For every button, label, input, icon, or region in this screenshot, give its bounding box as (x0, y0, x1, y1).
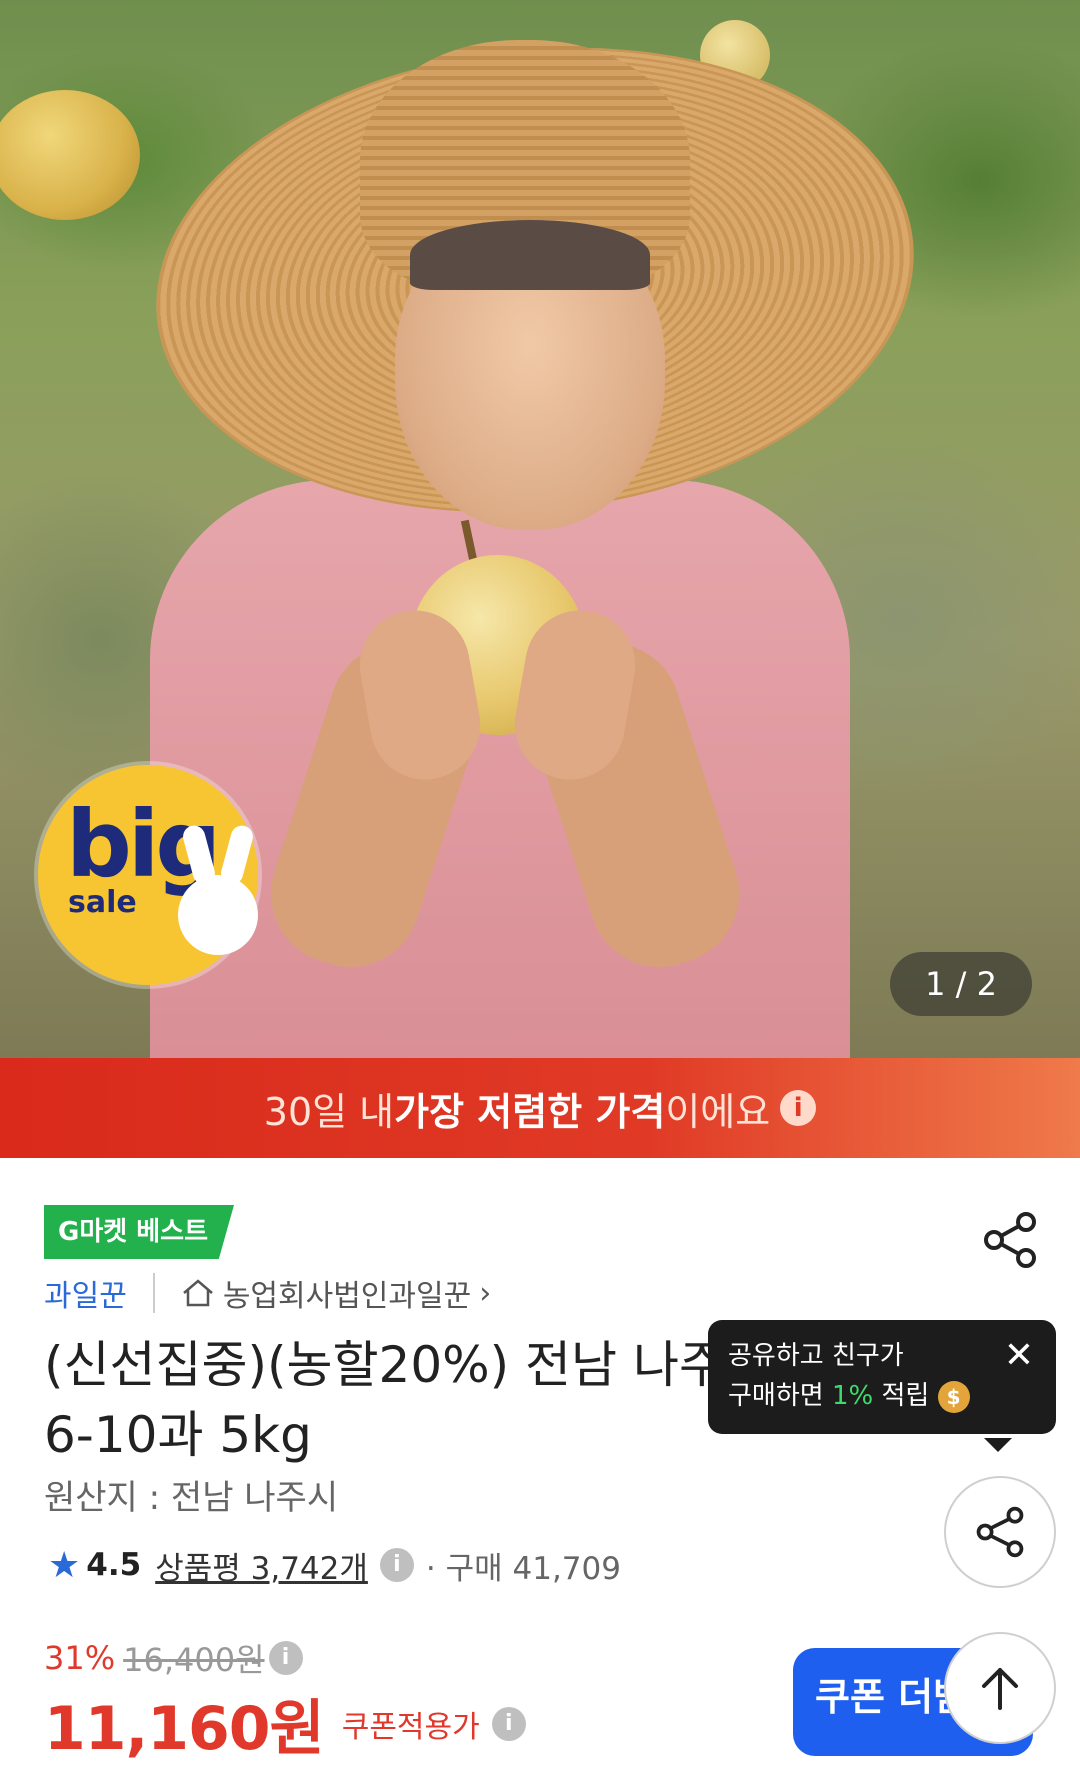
divider (152, 1273, 155, 1313)
seller-row: 과일꾼 농업회사법인과일꾼 › (44, 1270, 491, 1316)
discount-row: 31% 16,400원 i (44, 1635, 315, 1681)
shop-link[interactable]: 농업회사법인과일꾼 › (181, 1271, 491, 1315)
farmer-hair (410, 220, 650, 290)
share-icon (976, 1506, 1024, 1558)
rating-value: 4.5 (86, 1547, 142, 1583)
badge-sale-text: sale (68, 885, 137, 920)
info-icon[interactable]: i (268, 1641, 303, 1675)
info-icon[interactable]: i (780, 1090, 817, 1126)
share-icon[interactable] (980, 1210, 1040, 1270)
bunny-icon (178, 875, 258, 955)
tooltip-reward-percent: 1% (831, 1381, 874, 1411)
seller-link[interactable]: 과일꾼 (44, 1271, 127, 1315)
discount-rate: 31% (44, 1639, 116, 1677)
tooltip-line2-post: 적립 (873, 1381, 930, 1411)
chevron-right-icon: › (479, 1275, 492, 1311)
close-icon[interactable]: ✕ (1004, 1338, 1034, 1374)
money-bag-icon: $ (937, 1380, 970, 1413)
promo-text-pre: 30일 내 (263, 1089, 395, 1134)
product-image-carousel[interactable]: big sale 1 / 2 (0, 0, 1080, 1058)
share-reward-tooltip: 공유하고 친구가 구매하면 1% 적립 $ ✕ (708, 1320, 1056, 1452)
purchase-count: · 구매 41,709 (425, 1550, 621, 1587)
floating-share-button[interactable] (944, 1476, 1056, 1588)
big-sale-badge: big sale (38, 765, 258, 985)
gmarket-best-badge: G마켓 베스트 (44, 1205, 234, 1259)
price-row: 11,160원 쿠폰적용가 i (44, 1680, 538, 1766)
tooltip-line2: 구매하면 1% 적립 $ (728, 1376, 1036, 1416)
info-icon[interactable]: i (491, 1706, 526, 1741)
original-price: 16,400원 (123, 1641, 265, 1679)
coupon-price-label: 쿠폰적용가 (341, 1709, 480, 1745)
home-icon (182, 1279, 213, 1307)
promo-text-bold: 가장 저렴한 가격 (394, 1089, 666, 1134)
tooltip-line2-pre: 구매하면 (728, 1381, 832, 1411)
promo-text-post: 이에요 (665, 1089, 771, 1134)
image-counter: 1 / 2 (890, 952, 1032, 1016)
star-icon: ★ (48, 1544, 81, 1586)
lowest-price-banner[interactable]: 30일 내 가장 저렴한 가격 이에요 i (0, 1058, 1080, 1158)
scroll-to-top-button[interactable] (944, 1632, 1056, 1744)
shop-name: 농업회사법인과일꾼 (222, 1279, 472, 1314)
product-origin: 원산지 : 전남 나주시 (44, 1478, 339, 1518)
review-count-link[interactable]: 상품평 3,742개 (155, 1543, 368, 1588)
tooltip-line1: 공유하고 친구가 (728, 1341, 904, 1371)
arrow-up-icon (982, 1668, 1018, 1710)
info-icon[interactable]: i (379, 1548, 414, 1582)
rating-row: ★ 4.5 상품평 3,742개 i · 구매 41,709 (48, 1543, 621, 1588)
sale-price: 11,160원 (44, 1694, 325, 1764)
